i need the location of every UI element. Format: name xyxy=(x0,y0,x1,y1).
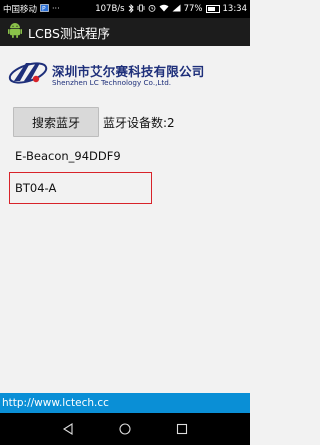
vibrate-icon xyxy=(137,4,145,14)
wifi-icon xyxy=(159,4,169,14)
battery-icon xyxy=(205,5,220,13)
search-bluetooth-button[interactable]: 搜索蓝牙 xyxy=(13,107,99,137)
bluetooth-icon xyxy=(128,3,134,15)
device-list-item[interactable]: BT04-A xyxy=(15,174,56,202)
signal-icon xyxy=(172,4,181,14)
android-icon xyxy=(8,22,22,42)
notification-icon: P xyxy=(40,4,49,14)
alarm-icon xyxy=(148,4,156,14)
device-list-item[interactable]: E-Beacon_94DDF9 xyxy=(15,142,121,170)
lc-logo-icon xyxy=(6,57,50,93)
svg-text:P: P xyxy=(42,5,46,12)
company-name-en: Shenzhen LC Technology Co.,Ltd. xyxy=(52,78,172,87)
carrier-label: 中国移动 xyxy=(3,5,38,15)
back-icon[interactable] xyxy=(56,417,80,441)
battery-percent: 77% xyxy=(183,4,203,14)
website-link[interactable]: http://www.lctech.cc xyxy=(0,393,250,413)
network-speed: 107B/s xyxy=(95,4,125,14)
more-icon: ··· xyxy=(52,4,60,13)
company-logo: 深圳市艾尔赛科技有限公司 Shenzhen LC Technology Co.,… xyxy=(0,55,250,91)
recents-icon[interactable] xyxy=(170,417,194,441)
app-title: LCBS测试程序 xyxy=(28,25,110,41)
navigation-bar xyxy=(0,413,250,445)
status-bar: 中国移动 P ··· 107B/s 77% 13:34 xyxy=(0,0,250,18)
home-icon[interactable] xyxy=(113,417,137,441)
device-count-label: 蓝牙设备数:2 xyxy=(103,116,175,130)
clock: 13:34 xyxy=(222,4,248,14)
app-bar: LCBS测试程序 xyxy=(0,18,250,46)
